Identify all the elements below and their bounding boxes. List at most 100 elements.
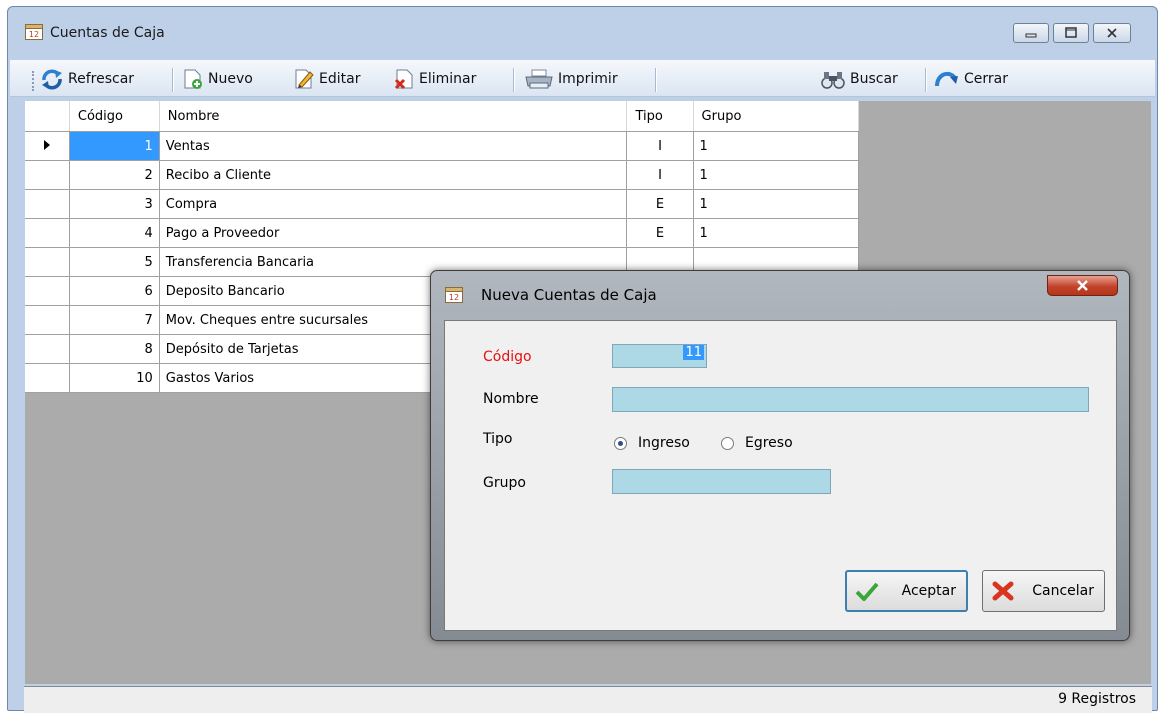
cell-name[interactable]: Recibo a Cliente [159,160,628,190]
cell-name[interactable]: Pago a Proveedor [159,218,628,248]
cell-code[interactable]: 2 [69,160,160,190]
calendar-icon: 12 [445,287,463,303]
cell-code[interactable]: 4 [69,218,160,248]
record-count: 9 Registros [1058,691,1136,707]
radio-egreso-label: Egreso [745,435,793,451]
row-selector[interactable] [25,247,70,277]
row-selector[interactable] [25,305,70,335]
dialog-body: Código 11 Nombre Tipo Ingreso Egreso Gru… [444,320,1117,631]
cell-type[interactable]: E [626,189,694,219]
cancel-button[interactable]: Cancelar [982,570,1105,612]
accept-button[interactable]: Aceptar [845,570,968,612]
name-field[interactable] [612,387,1089,412]
close-icon [1077,280,1088,291]
print-label: Imprimir [558,71,618,87]
cell-group[interactable]: 1 [693,160,860,190]
edit-label: Editar [319,71,361,87]
toolbar-separator [172,68,173,92]
refresh-button[interactable]: Refrescar [40,67,134,91]
close-arrow-icon [935,71,958,87]
cell-name[interactable]: Compra [159,189,628,219]
toolbar-separator [925,68,926,92]
toolbar-separator [513,68,514,92]
edit-pencil-icon [295,69,314,89]
cell-code[interactable]: 8 [69,334,160,364]
table-row[interactable]: 3 Compra E 1 [25,189,860,219]
dialog-close-button[interactable] [1047,275,1118,296]
cell-code[interactable]: 7 [69,305,160,335]
new-document-icon [184,69,202,89]
toolbar-grip [32,71,37,91]
refresh-label: Refrescar [68,71,135,87]
title-bar: 12 Cuentas de Caja [8,7,1157,61]
svg-text:12: 12 [449,293,459,302]
column-header-group[interactable]: Grupo [693,101,860,132]
dialog-title: Nueva Cuentas de Caja [481,286,657,304]
minimize-button[interactable] [1013,23,1049,43]
cell-code[interactable]: 10 [69,363,160,393]
new-account-dialog: 12 Nueva Cuentas de Caja Código 11 Nombr… [430,270,1130,641]
cell-code[interactable]: 1 [69,131,160,161]
row-selector[interactable] [25,189,70,219]
cell-group[interactable]: 1 [693,218,860,248]
row-selector[interactable] [25,334,70,364]
maximize-button[interactable] [1053,23,1089,43]
row-selector[interactable] [25,160,70,190]
radio-ingreso-label: Ingreso [638,435,690,451]
grid-header-row: Código Nombre Tipo Grupo [25,101,860,132]
binoculars-icon [821,72,845,89]
radio-ingreso[interactable]: Ingreso [614,435,690,451]
radio-egreso-dot[interactable] [721,436,734,450]
cell-type[interactable]: I [626,160,694,190]
group-label: Grupo [483,475,526,491]
delete-document-icon [394,69,413,90]
table-row[interactable]: 4 Pago a Proveedor E 1 [25,218,860,248]
code-value: 11 [683,345,704,360]
close-window-button[interactable] [1093,23,1131,43]
checkmark-icon [855,582,879,601]
table-row[interactable]: 2 Recibo a Cliente I 1 [25,160,860,190]
cell-code[interactable]: 6 [69,276,160,306]
search-button[interactable]: Buscar [820,67,898,91]
row-header-corner [25,101,70,132]
column-header-type[interactable]: Tipo [626,101,694,132]
calendar-icon: 12 [25,24,43,40]
cell-code[interactable]: 5 [69,247,160,277]
cell-name[interactable]: Ventas [159,131,628,161]
minimize-icon [1025,33,1037,38]
svg-text:12: 12 [29,30,39,39]
column-header-code[interactable]: Código [69,101,160,132]
window-title: Cuentas de Caja [50,25,165,41]
name-label: Nombre [483,391,539,407]
close-icon [1107,28,1117,38]
cancel-x-icon [992,581,1014,601]
cell-type[interactable]: I [626,131,694,161]
print-button[interactable]: Imprimir [524,67,618,91]
cell-group[interactable]: 1 [693,189,860,219]
refresh-icon [42,69,62,90]
current-row-arrow-icon [43,139,50,150]
row-selector[interactable] [25,131,70,161]
type-label: Tipo [483,431,513,447]
column-header-name[interactable]: Nombre [159,101,628,132]
search-label: Buscar [850,71,898,87]
row-selector[interactable] [25,276,70,306]
row-selector[interactable] [25,363,70,393]
radio-egreso[interactable]: Egreso [721,435,793,451]
new-button[interactable]: Nuevo [182,67,253,91]
cell-type[interactable]: E [626,218,694,248]
delete-label: Eliminar [419,71,477,87]
edit-button[interactable]: Editar [293,67,360,91]
group-field[interactable] [612,469,831,494]
close-toolbar-button[interactable]: Cerrar [934,67,1008,91]
status-bar: 9 Registros [24,686,1152,713]
table-row[interactable]: 1 Ventas I 1 [25,131,860,161]
code-label: Código [483,349,532,365]
code-field[interactable]: 11 [612,344,707,368]
radio-ingreso-dot[interactable] [614,436,627,450]
accept-label: Aceptar [901,583,956,599]
cell-code[interactable]: 3 [69,189,160,219]
cell-group[interactable]: 1 [693,131,860,161]
row-selector[interactable] [25,218,70,248]
delete-button[interactable]: Eliminar [393,67,476,91]
